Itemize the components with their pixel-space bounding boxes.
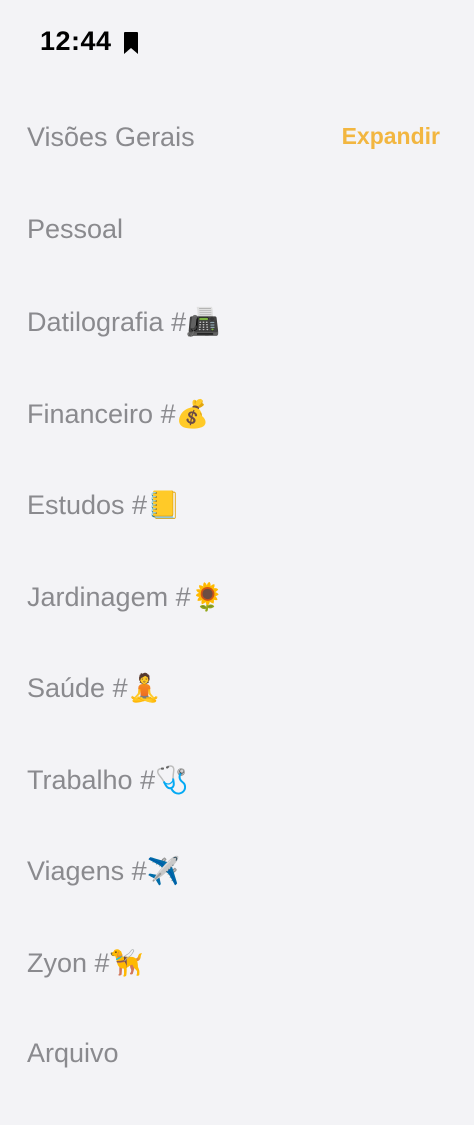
bookmark-icon <box>124 32 138 54</box>
list-item-pessoal[interactable]: Pessoal <box>0 200 474 260</box>
list-item-label: Zyon #🦮 <box>27 948 144 978</box>
list-item-label: Saúde #🧘 <box>27 673 162 703</box>
section-header: Visões Gerais Expandir <box>0 110 474 166</box>
list-item-datilografia[interactable]: Datilografia #📠 <box>0 292 474 352</box>
screen: 12:44 Visões Gerais Expandir Pessoal Dat… <box>0 0 474 1125</box>
list-item-label: Jardinagem #🌻 <box>27 582 225 612</box>
list-item-jardinagem[interactable]: Jardinagem #🌻 <box>0 567 474 627</box>
list-item-saude[interactable]: Saúde #🧘 <box>0 658 474 718</box>
list-item-label: Viagens #✈️ <box>27 856 181 886</box>
list-item-arquivo[interactable]: Arquivo <box>0 1024 474 1084</box>
list-item-label: Trabalho #🩺 <box>27 765 189 795</box>
expand-button[interactable]: Expandir <box>342 123 440 150</box>
list-item-label: Datilografia #📠 <box>27 307 220 337</box>
list-item-financeiro[interactable]: Financeiro #💰 <box>0 384 474 444</box>
list-item-zyon[interactable]: Zyon #🦮 <box>0 933 474 993</box>
status-time: 12:44 <box>40 26 112 56</box>
status-bar: 12:44 <box>0 0 474 88</box>
list-item-label: Pessoal <box>27 214 124 244</box>
list-item-estudos[interactable]: Estudos #📒 <box>0 475 474 535</box>
section-title: Visões Gerais <box>27 122 195 152</box>
list-item-label: Financeiro #💰 <box>27 399 210 429</box>
list-item-label: Estudos #📒 <box>27 490 181 520</box>
list-item-label: Arquivo <box>27 1038 119 1068</box>
list-item-trabalho[interactable]: Trabalho #🩺 <box>0 750 474 810</box>
list-item-viagens[interactable]: Viagens #✈️ <box>0 841 474 901</box>
